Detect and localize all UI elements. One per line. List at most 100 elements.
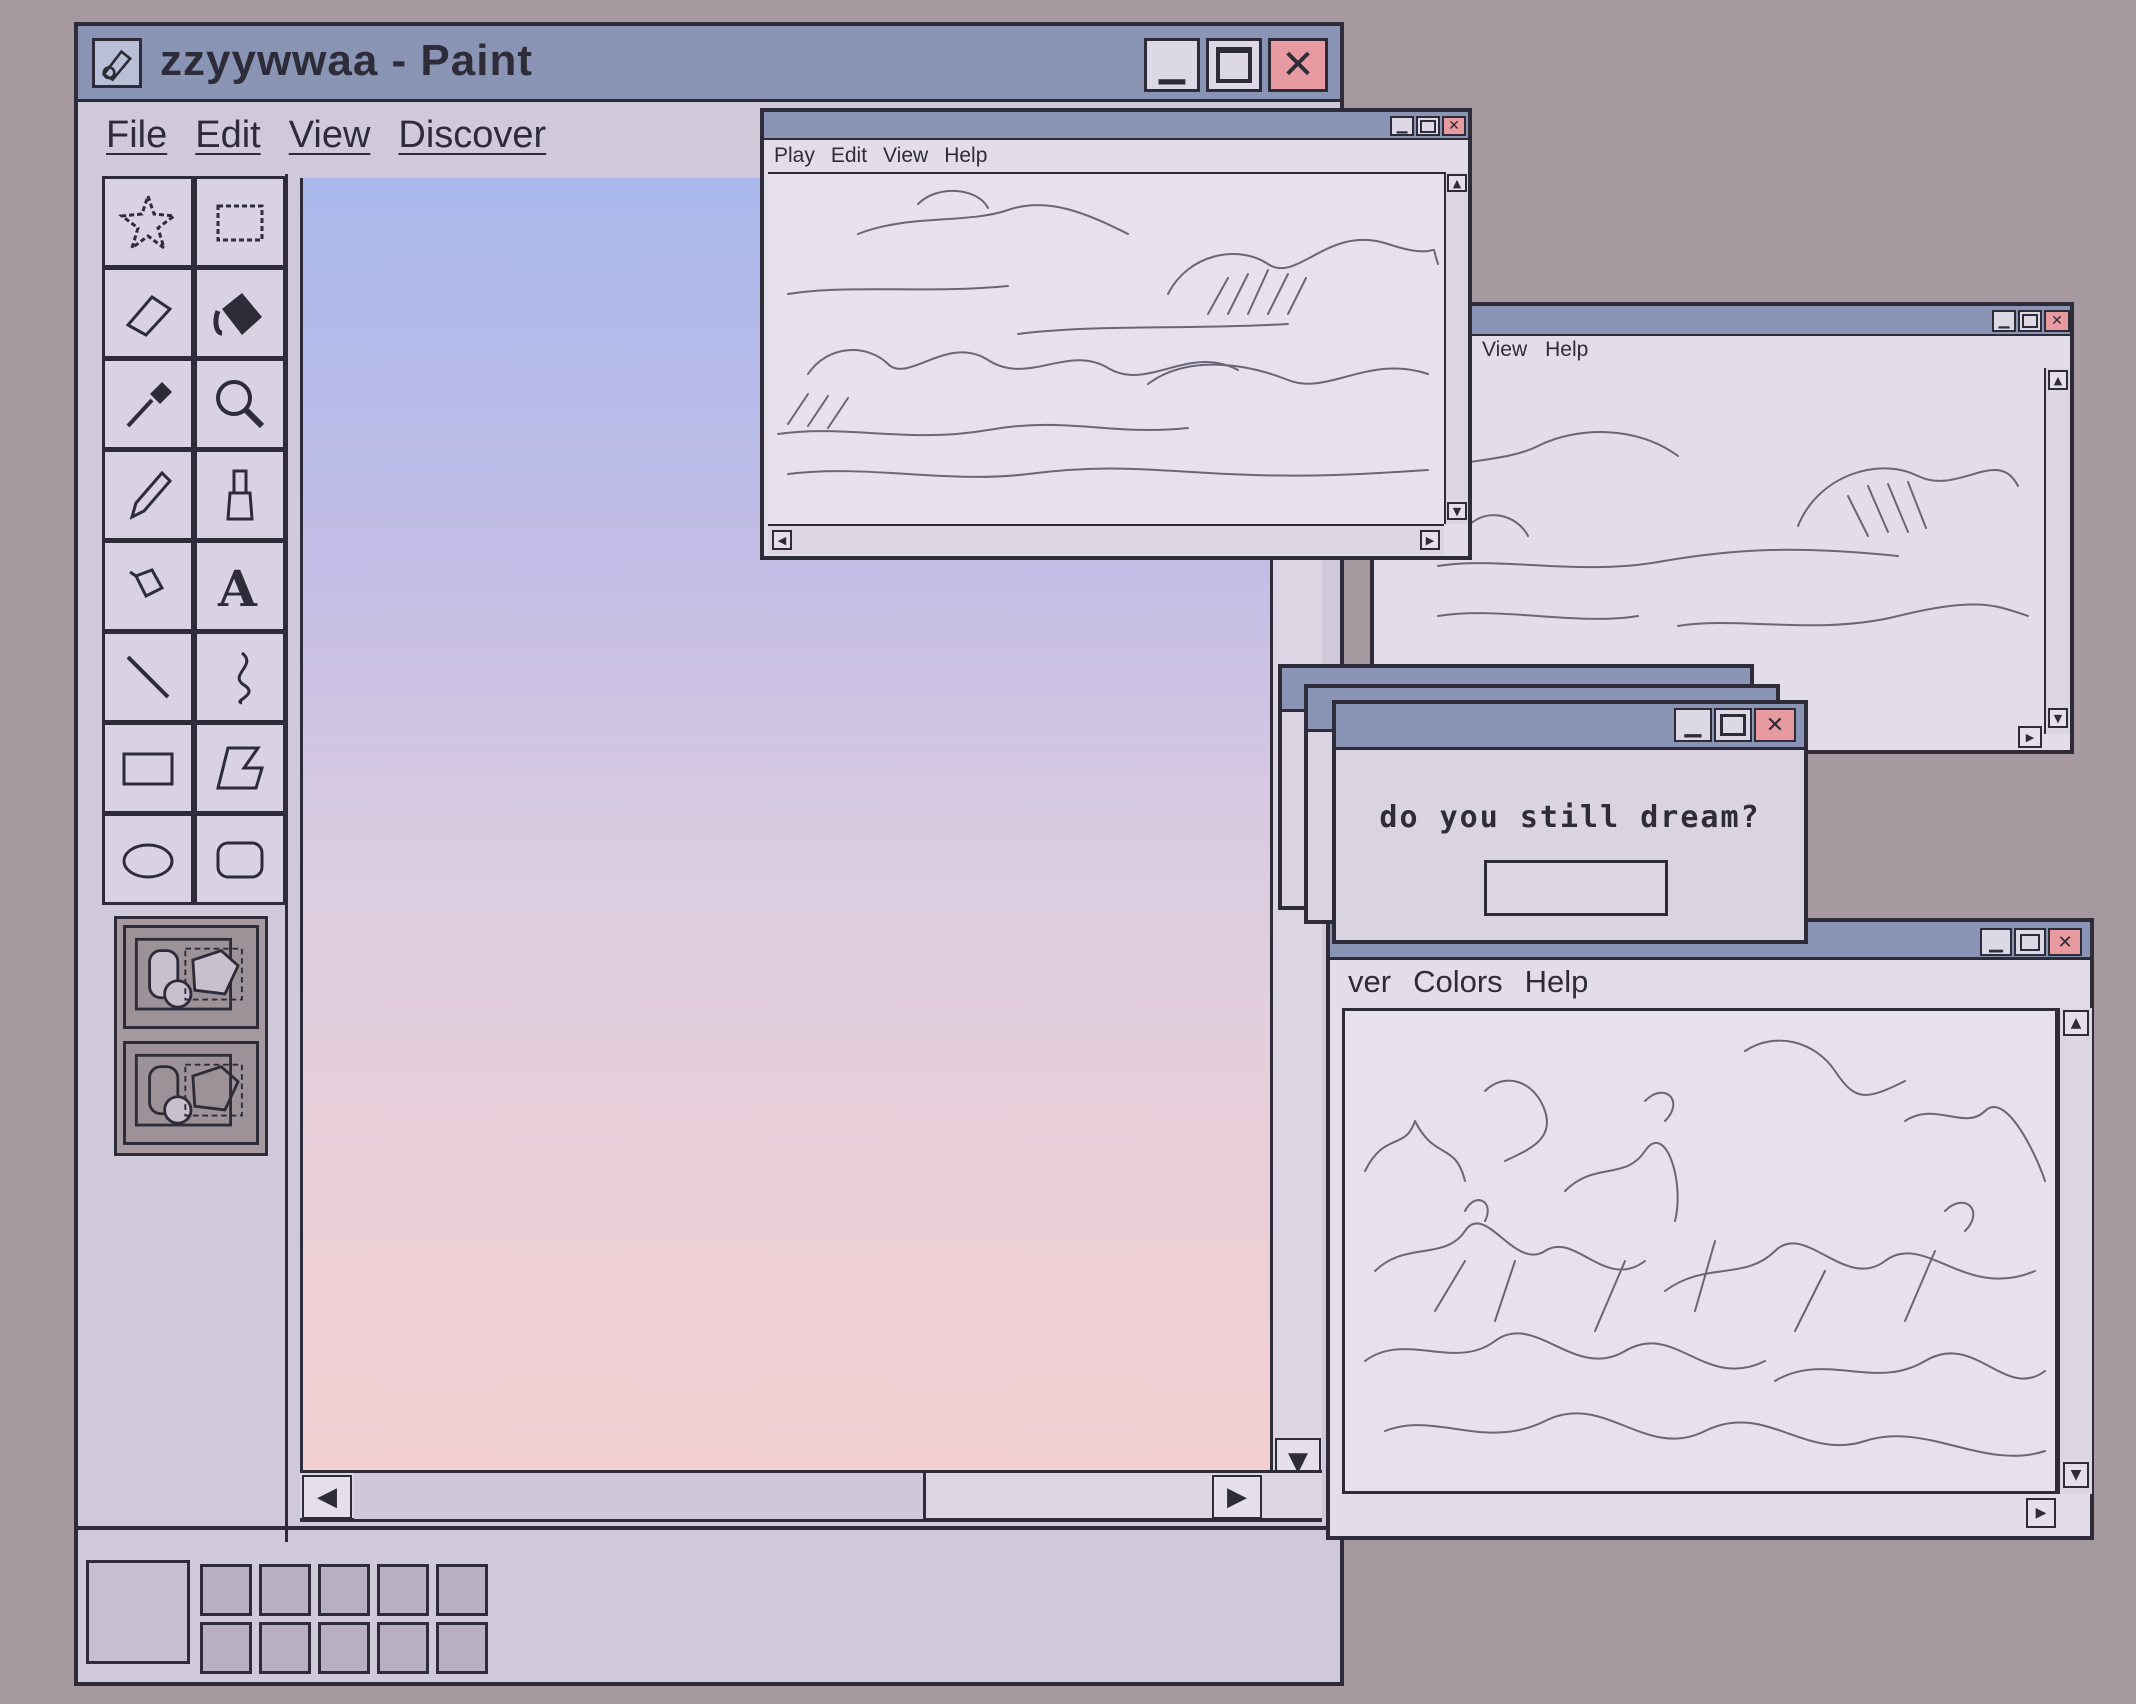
free-select-tool[interactable] (102, 176, 194, 268)
menu-play[interactable]: Play (774, 144, 815, 168)
scroll-right-button[interactable]: ▶ (1212, 1475, 1262, 1519)
magnifier-icon (216, 380, 265, 429)
rectangle-tool[interactable] (102, 722, 194, 814)
curve-tool[interactable] (194, 631, 286, 723)
colors-window-canvas[interactable] (1342, 1008, 2058, 1494)
dialog-title-bar[interactable]: ▁ ✕ (1336, 704, 1804, 750)
close-button[interactable]: ✕ (1754, 708, 1796, 742)
color-picker-tool[interactable] (102, 358, 194, 450)
colors-window-vertical-scrollbar[interactable]: ▲ ▼ (2058, 1008, 2092, 1494)
magnifier-tool[interactable] (194, 358, 286, 450)
free-select-icon (118, 191, 178, 252)
pencil-tool[interactable] (102, 449, 194, 541)
maximize-button[interactable] (1416, 116, 1440, 136)
opaque-selection-option[interactable] (123, 925, 259, 1029)
menu-help[interactable]: Help (1545, 338, 1588, 362)
scroll-left-button[interactable]: ◀ (302, 1475, 352, 1519)
menu-edit[interactable]: Edit (195, 114, 260, 157)
scroll-right-button[interactable]: ▶ (2026, 1498, 2056, 1528)
palette-swatch[interactable] (436, 1564, 488, 1616)
text-tool[interactable]: A (194, 540, 286, 632)
minimize-button[interactable]: ▁ (1980, 928, 2012, 956)
scroll-thumb[interactable] (354, 1473, 926, 1519)
color-picker-icon (126, 382, 172, 428)
scroll-right-button[interactable]: ▶ (2018, 726, 2042, 748)
scroll-down-button[interactable]: ▼ (1447, 502, 1467, 520)
scroll-down-button[interactable]: ▼ (2063, 1462, 2089, 1488)
view-window-menu-bar: View Help (1482, 338, 1616, 362)
close-button[interactable]: ✕ (2048, 928, 2082, 956)
palette-swatch[interactable] (259, 1622, 311, 1674)
palette-swatch[interactable] (377, 1564, 429, 1616)
polygon-icon (216, 746, 265, 790)
menu-help[interactable]: Help (944, 144, 987, 168)
close-button[interactable]: ✕ (2044, 310, 2070, 332)
menu-edit[interactable]: Edit (831, 144, 867, 168)
menu-discover[interactable]: Discover (398, 114, 546, 157)
arrow-up-icon: ▲ (2070, 1015, 2082, 1031)
paint-app-icon (92, 38, 142, 88)
scroll-right-button[interactable]: ▶ (1420, 530, 1440, 550)
minimize-button[interactable]: ▁ (1144, 38, 1200, 92)
minimize-button[interactable]: ▁ (1390, 116, 1414, 136)
menu-view[interactable]: View (289, 114, 371, 157)
scroll-down-button[interactable]: ▼ (2048, 708, 2068, 728)
minimize-button[interactable]: ▁ (1992, 310, 2016, 332)
brush-icon (226, 469, 254, 521)
palette-swatch[interactable] (377, 1622, 429, 1674)
polygon-tool[interactable] (194, 722, 286, 814)
scroll-up-button[interactable]: ▲ (2048, 370, 2068, 390)
eraser-tool[interactable] (102, 267, 194, 359)
rect-select-tool[interactable] (194, 176, 286, 268)
menu-ver[interactable]: ver (1348, 964, 1391, 1000)
scroll-up-button[interactable]: ▲ (2063, 1010, 2089, 1036)
maximize-button[interactable] (2018, 310, 2042, 332)
palette-swatch[interactable] (436, 1622, 488, 1674)
canvas-horizontal-scrollbar[interactable]: ◀ ▶ (300, 1470, 1322, 1522)
menu-view[interactable]: View (1482, 338, 1527, 362)
palette-swatch[interactable] (259, 1564, 311, 1616)
line-icon (126, 655, 170, 699)
palette-swatch[interactable] (318, 1564, 370, 1616)
menu-help[interactable]: Help (1525, 964, 1589, 1000)
arrow-right-icon: ▶ (1425, 533, 1435, 547)
color-palette (78, 1526, 1340, 1682)
paint-title-bar[interactable]: zzyywwaa - Paint ▁ ✕ (78, 26, 1340, 102)
close-icon: ✕ (2057, 931, 2073, 953)
close-button[interactable]: ✕ (1442, 116, 1466, 136)
menu-view[interactable]: View (883, 144, 928, 168)
palette-swatch[interactable] (200, 1564, 252, 1616)
scroll-left-button[interactable]: ◀ (772, 530, 792, 550)
close-button[interactable]: ✕ (1268, 38, 1328, 92)
maximize-button[interactable] (2014, 928, 2046, 956)
menu-colors[interactable]: Colors (1413, 964, 1503, 1000)
dialog-button[interactable] (1484, 860, 1668, 916)
rounded-rect-tool[interactable] (194, 813, 286, 905)
close-icon: ✕ (1765, 712, 1785, 738)
sketch-window-play: ▁ ✕ Play Edit View Help ▲ ▼ ◀ ▶ (760, 108, 1472, 560)
palette-swatch[interactable] (318, 1622, 370, 1674)
scroll-up-button[interactable]: ▲ (1447, 174, 1467, 192)
palette-swatch[interactable] (200, 1622, 252, 1674)
view-window-vertical-scrollbar[interactable]: ▲ ▼ (2044, 368, 2070, 734)
play-window-vertical-scrollbar[interactable]: ▲ ▼ (1444, 172, 1468, 524)
arrow-left-icon: ◀ (317, 1482, 337, 1512)
brush-tool[interactable] (194, 449, 286, 541)
minimize-icon: ▁ (1684, 712, 1702, 738)
ellipse-tool[interactable] (102, 813, 194, 905)
current-color-box[interactable] (86, 1560, 190, 1664)
transparent-selection-option[interactable] (123, 1041, 259, 1145)
maximize-button[interactable] (1714, 708, 1752, 742)
play-window-title-bar[interactable]: ▁ ✕ (764, 112, 1468, 140)
play-window-horizontal-scrollbar[interactable]: ◀ ▶ (768, 524, 1444, 554)
menu-file[interactable]: File (106, 114, 167, 157)
view-window-title-bar[interactable]: ▁ ✕ (1374, 306, 2070, 336)
curve-icon (237, 651, 251, 705)
play-window-canvas[interactable] (768, 172, 1444, 524)
minimize-button[interactable]: ▁ (1674, 708, 1712, 742)
fill-bucket-tool[interactable] (194, 267, 286, 359)
maximize-button[interactable] (1206, 38, 1262, 92)
transparent-selection-icon (134, 1053, 243, 1127)
line-tool[interactable] (102, 631, 194, 723)
airbrush-tool[interactable] (102, 540, 194, 632)
